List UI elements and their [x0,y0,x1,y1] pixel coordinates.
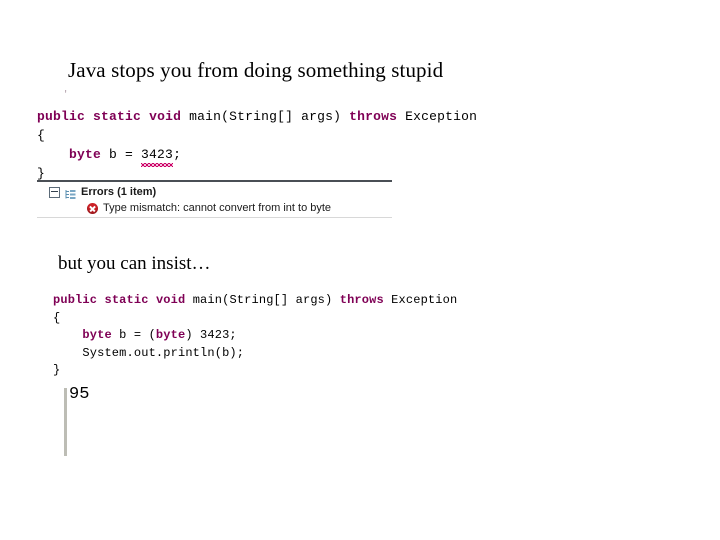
code-text: } [53,363,61,377]
console-left-rule [64,388,67,456]
problem-item-list: Type mismatch: cannot convert from int t… [37,200,392,218]
code-line: } [53,362,457,380]
code-error-literal: 3423 [141,147,174,167]
code-text: { [37,128,46,143]
code-line: System.out.println(b); [53,345,457,363]
code-keyword: static [93,109,142,124]
code-text: System.out.println(b); [53,345,245,360]
code-keyword: throws [349,109,398,124]
clipped-glyph-artifact: ' [62,90,70,99]
code-line: byte b = (byte) 3423; [53,327,457,345]
errors-count-label: Errors (1 item) [81,186,157,198]
slide-canvas: Java stops you from doing something stup… [0,0,720,540]
subtitle-text: but you can insist… [58,253,211,274]
code-keyword: void [155,293,186,307]
code-keyword: byte [82,328,112,342]
code-keyword: static [104,293,149,307]
code-keyword: void [149,109,182,124]
code-text: main(String[] args) [181,109,350,124]
code-keyword: public [37,109,86,124]
code-text: Exception [397,109,478,124]
code-keyword: throws [339,293,384,307]
code-text: Exception [383,293,458,307]
code-keyword: byte [69,147,102,162]
panel-divider [37,180,392,182]
code-text: } [37,166,46,181]
code-line: { [53,310,457,328]
code-text: main(String[] args) [185,293,340,307]
collapse-toggle-icon[interactable] [49,187,60,198]
code-text: ; [173,147,182,162]
code-line: byte b = 3423; [37,145,477,167]
code-line: public static void main(String[] args) t… [53,292,457,310]
code-text: b = [101,147,142,162]
code-keyword: byte [155,328,186,342]
problem-item-row[interactable]: Type mismatch: cannot convert from int t… [37,200,392,218]
code-text: { [53,310,61,325]
code-keyword: public [53,293,98,307]
code-line: { [37,126,477,145]
code-line: public static void main(String[] args) t… [37,107,477,126]
code-block-error-example: public static void main(String[] args) t… [37,107,477,183]
tree-list-icon [65,187,76,199]
problem-item-message: Type mismatch: cannot convert from int t… [103,202,332,214]
console-output-value: 95 [69,385,90,404]
code-text: b = ( [111,328,156,342]
code-text: ) 3423; [185,328,237,342]
code-block-cast-example: public static void main(String[] args) t… [53,292,457,380]
error-icon [87,203,98,214]
page-title: Java stops you from doing something stup… [68,58,444,82]
problems-panel: Errors (1 item) Type mismatch: cannot co… [37,180,392,218]
errors-header-row[interactable]: Errors (1 item) [37,185,392,200]
